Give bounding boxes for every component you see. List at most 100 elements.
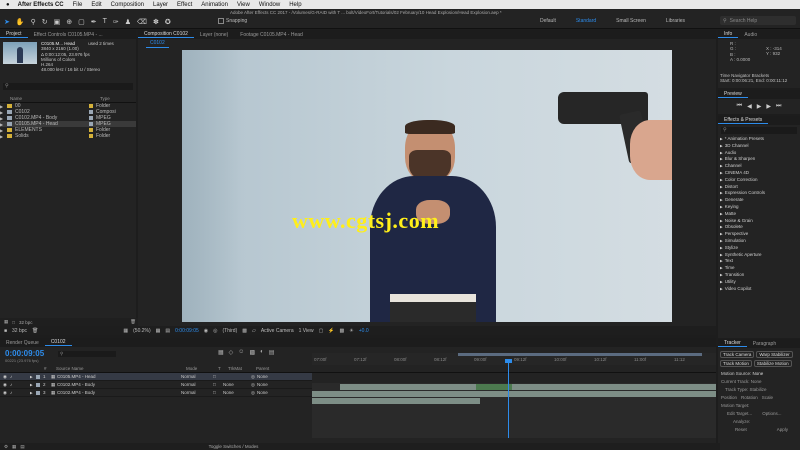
- rotation-check[interactable]: Rotation: [741, 394, 758, 402]
- view-layout-dropdown[interactable]: 1 View: [299, 328, 314, 334]
- shy-layers-icon[interactable]: ☺: [238, 349, 244, 356]
- selection-tool-icon[interactable]: ➤: [4, 18, 10, 26]
- layer-source-name[interactable]: C0105.MP4 - Head: [57, 374, 181, 379]
- new-folder-icon[interactable]: □: [12, 320, 15, 325]
- current-time-head[interactable]: [505, 359, 512, 363]
- grid-icon[interactable]: ▦: [156, 328, 161, 334]
- disclosure-triangle-icon[interactable]: ▶: [720, 191, 723, 195]
- track-keyframe-zone[interactable]: [476, 384, 512, 390]
- menu-effect[interactable]: Effect: [177, 2, 192, 8]
- comp-mini-flowchart-icon[interactable]: ▦: [218, 349, 224, 356]
- bit-depth-button[interactable]: 32 bpc: [19, 320, 33, 325]
- apply-button[interactable]: Apply: [777, 426, 788, 434]
- effects-category[interactable]: ▶ Channel: [720, 163, 800, 170]
- graph-editor-icon[interactable]: ▤: [269, 349, 275, 356]
- tab-layer[interactable]: Layer (none): [194, 32, 234, 38]
- effects-category[interactable]: ▶ Transition: [720, 272, 800, 279]
- pan-behind-tool-icon[interactable]: ⊕: [66, 18, 72, 26]
- effects-category[interactable]: ▶ Simulation: [720, 238, 800, 245]
- options-button[interactable]: Options...: [762, 410, 781, 418]
- label-color-swatch[interactable]: [89, 116, 93, 120]
- camera-tool-icon[interactable]: ▣: [54, 18, 61, 26]
- eraser-tool-icon[interactable]: ⌫: [137, 18, 147, 26]
- disclosure-triangle-icon[interactable]: ▶: [720, 157, 723, 161]
- menu-edit[interactable]: Edit: [91, 2, 101, 8]
- timeline-search[interactable]: ⚲: [58, 351, 116, 357]
- layer-t-checkbox[interactable]: □: [213, 382, 223, 387]
- disclosure-triangle-icon[interactable]: ▶: [720, 273, 723, 277]
- play-icon[interactable]: ▶: [757, 103, 762, 110]
- layer-parent-dropdown[interactable]: None: [257, 374, 268, 379]
- reset-button[interactable]: Reset: [735, 426, 747, 434]
- tab-render-queue[interactable]: Render Queue: [0, 340, 45, 346]
- pixel-aspect-icon[interactable]: ▢: [319, 328, 324, 334]
- toggle-switches-modes[interactable]: Toggle Switches / Modes: [209, 444, 259, 449]
- work-area-bar[interactable]: [458, 353, 702, 356]
- stabilize-motion-button[interactable]: Stabilize Motion: [753, 360, 792, 367]
- layer-trkmat-dropdown[interactable]: None: [223, 390, 251, 395]
- label-color-swatch[interactable]: [89, 122, 93, 126]
- disclosure-triangle-icon[interactable]: ▶: [720, 246, 723, 250]
- next-frame-icon[interactable]: ▶: [766, 103, 771, 110]
- disclosure-triangle-icon[interactable]: ▶: [720, 259, 723, 263]
- effects-category[interactable]: ▶ * Animation Presets: [720, 136, 800, 143]
- rotate-tool-icon[interactable]: ↻: [42, 18, 48, 26]
- last-frame-icon[interactable]: ⏭: [776, 103, 781, 110]
- disclosure-triangle-icon[interactable]: ▶: [720, 287, 723, 291]
- effects-search[interactable]: ⚲: [721, 127, 797, 134]
- track-bar-head[interactable]: [340, 384, 716, 390]
- tab-footage[interactable]: Footage C0105.MP4 - Head: [234, 32, 309, 38]
- draft-3d-icon[interactable]: ◇: [229, 349, 234, 356]
- effects-category[interactable]: ▶ Utility: [720, 279, 800, 286]
- layer-source-name[interactable]: C0102.MP4 - Body: [57, 382, 181, 387]
- trash-icon[interactable]: 🗑: [32, 328, 38, 334]
- effects-category[interactable]: ▶ CINEMA 4D: [720, 170, 800, 177]
- apple-icon[interactable]: ●: [6, 2, 10, 8]
- puppet-tool-icon[interactable]: ✪: [165, 18, 171, 26]
- effects-category[interactable]: ▶ Distort: [720, 184, 800, 191]
- tab-project[interactable]: Project: [0, 31, 28, 38]
- layer-label-swatch[interactable]: [36, 382, 40, 387]
- layer-trkmat-dropdown[interactable]: None: [223, 382, 251, 387]
- effects-category[interactable]: ▶ Stylize: [720, 245, 800, 252]
- effects-category[interactable]: ▶ Color Correction: [720, 177, 800, 184]
- disclosure-triangle-icon[interactable]: ▶: [720, 144, 723, 148]
- disclosure-triangle-icon[interactable]: ▶: [0, 128, 6, 133]
- label-color-swatch[interactable]: [89, 104, 93, 108]
- comp-breadcrumb-label[interactable]: C0102: [146, 39, 169, 48]
- exposure-icon[interactable]: ☀: [349, 328, 353, 334]
- track-area[interactable]: [312, 359, 716, 438]
- current-time-display[interactable]: 0:00:09:05: [175, 328, 199, 334]
- layer-parent-dropdown[interactable]: None: [257, 382, 268, 387]
- layer-label-swatch[interactable]: [36, 390, 40, 395]
- menu-view[interactable]: View: [237, 2, 250, 8]
- disclosure-triangle-icon[interactable]: ▶: [720, 205, 723, 209]
- time-ruler[interactable]: 07:00f 07:12f 08:00f 08:12f 09:00f 09:12f 10:0…: [312, 353, 716, 365]
- label-color-swatch[interactable]: [89, 110, 93, 114]
- tab-preview[interactable]: Preview: [718, 91, 748, 98]
- always-preview-icon[interactable]: ■: [4, 328, 7, 334]
- menu-app[interactable]: After Effects CC: [18, 2, 64, 8]
- tab-paragraph[interactable]: Paragraph: [747, 341, 782, 347]
- layer-row[interactable]: ◉ ♪ ▶ 1 ▦ C0105.MP4 - Head Normal □ ◎ None: [0, 373, 312, 381]
- effects-category[interactable]: ▶ Obsolete: [720, 224, 800, 231]
- column-trkmat[interactable]: TrkMat: [228, 366, 256, 371]
- tab-audio[interactable]: Audio: [738, 32, 763, 38]
- menu-layer[interactable]: Layer: [153, 2, 168, 8]
- disclosure-triangle-icon[interactable]: ▶: [0, 122, 6, 127]
- track-motion-button[interactable]: Track Motion: [720, 360, 752, 367]
- workspace-small-screen[interactable]: Small Screen: [616, 18, 646, 24]
- audio-speaker-icon[interactable]: ♪: [10, 374, 17, 379]
- 3d-renderer-icon[interactable]: ▱: [252, 328, 256, 334]
- effects-category[interactable]: ▶ Time: [720, 265, 800, 272]
- roto-brush-tool-icon[interactable]: ✽: [153, 18, 159, 26]
- scale-check[interactable]: Scale: [762, 394, 773, 402]
- disclosure-triangle-icon[interactable]: ▶: [720, 185, 723, 189]
- label-color-swatch[interactable]: [89, 134, 93, 138]
- menu-window[interactable]: Window: [259, 2, 280, 8]
- disclosure-triangle-icon[interactable]: ▶: [0, 104, 6, 109]
- layer-mode-dropdown[interactable]: Normal: [181, 390, 213, 395]
- pen-tool-icon[interactable]: ✒: [91, 18, 97, 26]
- motion-source-dropdown[interactable]: None: [753, 371, 764, 376]
- effects-category[interactable]: ▶ Generate: [720, 197, 800, 204]
